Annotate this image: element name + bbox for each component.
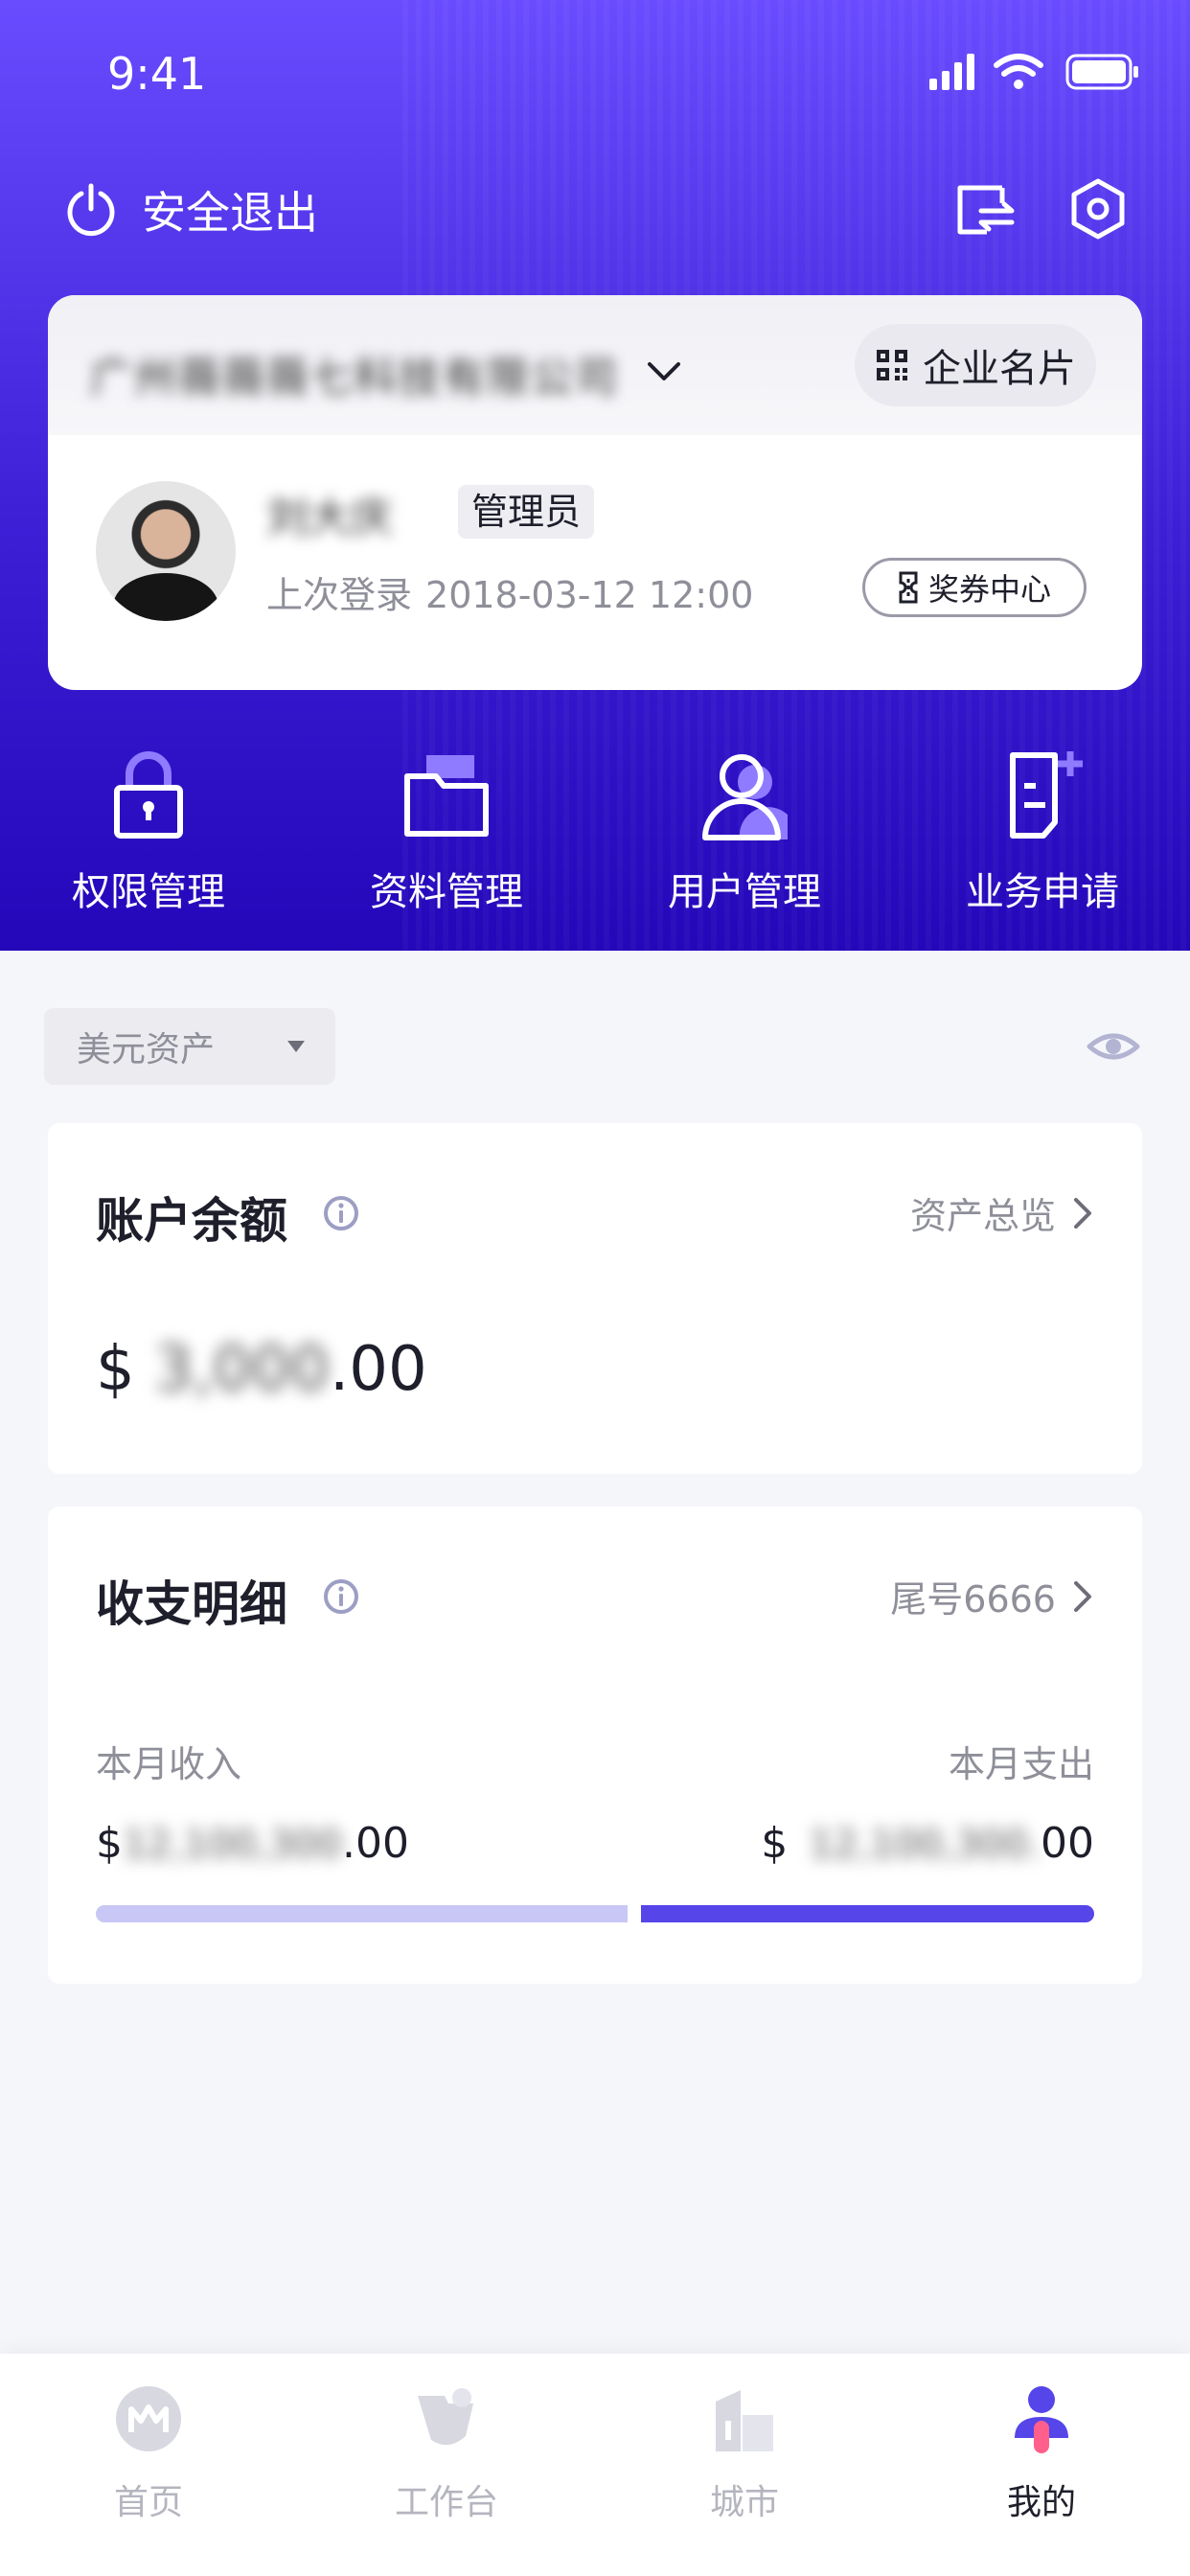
coupon-label: 奖券中心: [927, 571, 1051, 608]
info-icon[interactable]: [322, 1577, 360, 1616]
chevron-down-icon[interactable]: [642, 349, 686, 393]
last-login-time: 2018-03-12 12:00: [425, 574, 754, 616]
income-expense-bar: [96, 1905, 1094, 1922]
balance-title: 账户余额: [96, 1193, 287, 1249]
home-logo-icon: [116, 2386, 181, 2451]
info-icon[interactable]: [322, 1194, 360, 1232]
city-icon: [716, 2390, 773, 2451]
ticket-icon: [899, 571, 918, 604]
status-icons: [929, 54, 1138, 90]
tab-label: 城市: [709, 2483, 779, 2522]
last-login-label: 上次登录: [266, 574, 413, 616]
chevron-right-icon: [1074, 1580, 1091, 1612]
folder-icon: [404, 755, 489, 837]
quick-action-label: 资料管理: [370, 870, 523, 914]
expense-amount: $ 12,100,300. 00: [761, 1819, 1094, 1868]
logout-button[interactable]: 安全退出: [63, 176, 318, 243]
quick-action-users[interactable]: 用户管理: [601, 748, 888, 916]
battery-icon: [1065, 54, 1138, 90]
transactions-title: 收支明细: [96, 1576, 287, 1632]
coupon-center-button[interactable]: 奖券中心: [862, 558, 1087, 617]
expense-decimals: 00: [1041, 1819, 1094, 1868]
asset-type-value: 美元资产: [77, 1030, 216, 1070]
settings-button[interactable]: [1064, 174, 1133, 243]
tab-profile[interactable]: 我的: [946, 2382, 1137, 2524]
quick-action-label: 业务申请: [966, 870, 1119, 914]
power-icon: [67, 183, 115, 237]
balance-amount: $ 3,000 .00: [96, 1334, 427, 1405]
profile-header: 9:41 安全退出 广州薇薇薇七科技有限公司 企业名片 刘大庆 管理员 上次登录…: [0, 0, 1190, 951]
quick-action-business-apply[interactable]: 业务申请: [899, 748, 1186, 916]
tab-workbench[interactable]: 工作台: [351, 2382, 542, 2524]
last-login: 上次登录 2018-03-12 12:00: [266, 565, 753, 618]
balance-masked: 3,000: [153, 1334, 330, 1405]
expense-masked: 12,100,300.: [809, 1823, 1041, 1867]
quick-action-label: 权限管理: [72, 870, 225, 914]
asset-type-select[interactable]: 美元资产: [44, 1008, 335, 1085]
tab-label: 首页: [113, 2483, 183, 2522]
logout-label: 安全退出: [142, 187, 318, 239]
income-amount: $ 12,100,300 .00: [96, 1819, 409, 1868]
tab-city[interactable]: 城市: [649, 2382, 840, 2524]
business-card-label: 企业名片: [923, 347, 1076, 391]
income-label: 本月收入: [96, 1743, 242, 1785]
company-card: 广州薇薇薇七科技有限公司 企业名片 刘大庆 管理员 上次登录 2018-03-12…: [48, 295, 1142, 690]
settings-hex-icon: [1071, 178, 1125, 240]
workbench-icon: [418, 2388, 473, 2446]
currency-symbol: $: [96, 1334, 135, 1405]
expense-label: 本月支出: [948, 1743, 1094, 1785]
avatar[interactable]: [96, 481, 236, 621]
eye-icon[interactable]: [1087, 1022, 1140, 1071]
account-tail-link[interactable]: 尾号6666: [890, 1570, 1094, 1622]
document-add-icon: [1010, 751, 1083, 839]
wifi-icon: [994, 54, 1043, 77]
transactions-card: 收支明细 尾号6666 本月收入 本月支出 $ 12,100,300 .00 $…: [48, 1506, 1142, 1984]
lock-icon: [114, 751, 183, 839]
income-bar: [96, 1905, 628, 1922]
expense-bar: [641, 1905, 1094, 1922]
asset-overview-link[interactable]: 资产总览: [910, 1186, 1094, 1239]
tab-label: 我的: [1006, 2483, 1076, 2522]
company-name[interactable]: 广州薇薇薇七科技有限公司: [90, 343, 619, 404]
role-badge: 管理员: [458, 485, 595, 539]
qrcode-icon: [877, 350, 907, 380]
business-card-button[interactable]: 企业名片: [855, 324, 1096, 406]
profile-icon: [1015, 2386, 1068, 2453]
user-icon: [702, 754, 788, 840]
user-name: 刘大庆: [266, 494, 393, 542]
income-currency: $: [96, 1819, 123, 1868]
status-time: 9:41: [107, 48, 207, 100]
tab-home[interactable]: 首页: [53, 2382, 244, 2524]
chevron-right-icon: [1074, 1197, 1091, 1229]
signal-icon: [929, 54, 974, 90]
quick-action-label: 用户管理: [668, 870, 821, 914]
account-tail-label: 尾号6666: [890, 1578, 1056, 1621]
switch-account-icon: [957, 185, 1015, 235]
income-masked: 12,100,300: [123, 1823, 343, 1867]
income-decimals: .00: [342, 1819, 410, 1868]
triangle-down-icon: [287, 1041, 305, 1052]
balance-card: 账户余额 资产总览 $ 3,000 .00: [48, 1123, 1142, 1474]
asset-overview-label: 资产总览: [909, 1195, 1056, 1237]
expense-currency: $: [761, 1819, 789, 1868]
quick-action-permissions[interactable]: 权限管理: [5, 748, 292, 916]
tab-bar: 首页 工作台 城市 我的: [0, 2354, 1190, 2576]
balance-decimals: .00: [329, 1334, 427, 1405]
switch-account-button[interactable]: [950, 174, 1019, 243]
quick-action-documents[interactable]: 资料管理: [303, 748, 590, 916]
tab-label: 工作台: [394, 2483, 498, 2522]
